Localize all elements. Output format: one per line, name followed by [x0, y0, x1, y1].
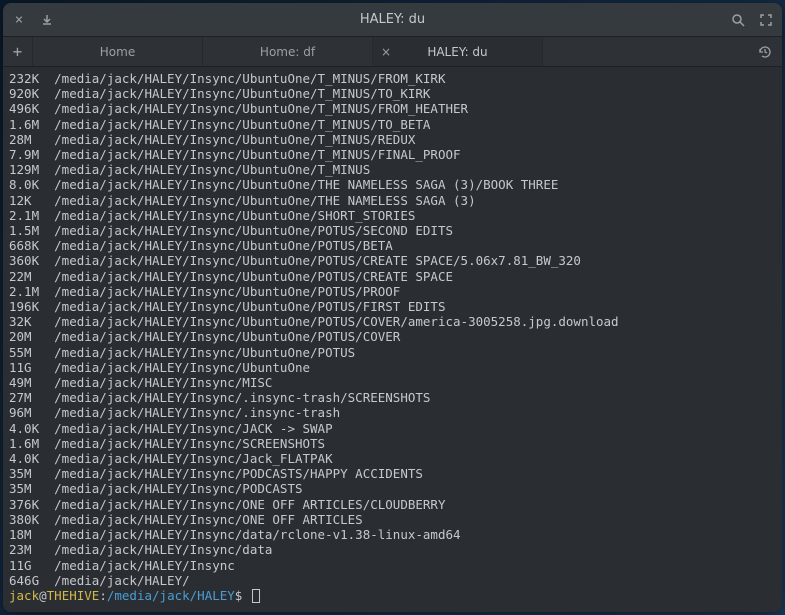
terminal-body[interactable]: 232K /media/jack/HALEY/Insync/UbuntuOne/… — [3, 67, 782, 612]
tab-1[interactable]: Home: df — [203, 37, 373, 66]
prompt-host: THEHIVE — [47, 588, 100, 603]
tab-2[interactable]: × HALEY: du — [373, 37, 543, 66]
output-line: 4.0K /media/jack/HALEY/Insync/JACK -> SW… — [9, 421, 776, 436]
expand-icon[interactable] — [758, 12, 774, 28]
prompt-user: jack — [9, 588, 39, 603]
output-line: 35M /media/jack/HALEY/Insync/PODCASTS/HA… — [9, 466, 776, 481]
titlebar-right — [730, 12, 774, 28]
output-line: 12K /media/jack/HALEY/Insync/UbuntuOne/T… — [9, 193, 776, 208]
titlebar-left: × — [11, 12, 55, 28]
output-line: 32K /media/jack/HALEY/Insync/UbuntuOne/P… — [9, 314, 776, 329]
output-line: 11G /media/jack/HALEY/Insync — [9, 558, 776, 573]
output-line: 920K /media/jack/HALEY/Insync/UbuntuOne/… — [9, 86, 776, 101]
tab-label: Home: df — [260, 45, 315, 59]
tab-0[interactable]: Home — [33, 37, 203, 66]
prompt-at: @ — [39, 588, 47, 603]
output-line: 1.5M /media/jack/HALEY/Insync/UbuntuOne/… — [9, 223, 776, 238]
output-line: 55M /media/jack/HALEY/Insync/UbuntuOne/P… — [9, 345, 776, 360]
output-line: 2.1M /media/jack/HALEY/Insync/UbuntuOne/… — [9, 284, 776, 299]
output-line: 18M /media/jack/HALEY/Insync/data/rclone… — [9, 527, 776, 542]
output-line: 129M /media/jack/HALEY/Insync/UbuntuOne/… — [9, 162, 776, 177]
download-icon[interactable] — [39, 12, 55, 28]
output-line: 360K /media/jack/HALEY/Insync/UbuntuOne/… — [9, 253, 776, 268]
tab-label: HALEY: du — [427, 45, 487, 59]
tabs-container: Home Home: df × HALEY: du — [33, 37, 543, 66]
new-tab-button[interactable]: + — [3, 37, 33, 66]
prompt-colon: : — [99, 588, 107, 603]
output-line: 35M /media/jack/HALEY/Insync/PODCASTS — [9, 481, 776, 496]
output-line: 1.6M /media/jack/HALEY/Insync/UbuntuOne/… — [9, 117, 776, 132]
output-line: 22M /media/jack/HALEY/Insync/UbuntuOne/P… — [9, 269, 776, 284]
output-line: 11G /media/jack/HALEY/Insync/UbuntuOne — [9, 360, 776, 375]
output-line: 2.1M /media/jack/HALEY/Insync/UbuntuOne/… — [9, 208, 776, 223]
prompt-line: jack@THEHIVE:/media/jack/HALEY$ — [9, 588, 776, 603]
output-line: 4.0K /media/jack/HALEY/Insync/Jack_FLATP… — [9, 451, 776, 466]
output-line: 1.6M /media/jack/HALEY/Insync/SCREENSHOT… — [9, 436, 776, 451]
output-line: 28M /media/jack/HALEY/Insync/UbuntuOne/T… — [9, 132, 776, 147]
tabbar-spacer — [543, 37, 748, 66]
output-line: 20M /media/jack/HALEY/Insync/UbuntuOne/P… — [9, 329, 776, 344]
output-line: 380K /media/jack/HALEY/Insync/ONE OFF AR… — [9, 512, 776, 527]
output-line: 27M /media/jack/HALEY/Insync/.insync-tra… — [9, 390, 776, 405]
window-title: HALEY: du — [55, 12, 730, 27]
output-line: 668K /media/jack/HALEY/Insync/UbuntuOne/… — [9, 238, 776, 253]
output-line: 232K /media/jack/HALEY/Insync/UbuntuOne/… — [9, 71, 776, 86]
history-icon[interactable] — [748, 37, 782, 66]
close-icon[interactable]: × — [11, 12, 27, 28]
tab-label: Home — [100, 45, 135, 59]
cursor — [252, 589, 260, 603]
output-line: 196K /media/jack/HALEY/Insync/UbuntuOne/… — [9, 299, 776, 314]
output-line: 646G /media/jack/HALEY/ — [9, 573, 776, 588]
search-icon[interactable] — [730, 12, 746, 28]
output-line: 96M /media/jack/HALEY/Insync/.insync-tra… — [9, 405, 776, 420]
output-line: 496K /media/jack/HALEY/Insync/UbuntuOne/… — [9, 101, 776, 116]
tabbar: + Home Home: df × HALEY: du — [3, 37, 782, 67]
tab-close-icon[interactable]: × — [381, 45, 391, 59]
terminal-window: × HALEY: du + Home Home: df × HALEY: du 232… — [3, 3, 782, 612]
output-line: 7.9M /media/jack/HALEY/Insync/UbuntuOne/… — [9, 147, 776, 162]
terminal-output: 232K /media/jack/HALEY/Insync/UbuntuOne/… — [9, 71, 776, 588]
output-line: 376K /media/jack/HALEY/Insync/ONE OFF AR… — [9, 497, 776, 512]
prompt-path: /media/jack/HALEY — [107, 588, 235, 603]
output-line: 49M /media/jack/HALEY/Insync/MISC — [9, 375, 776, 390]
output-line: 23M /media/jack/HALEY/Insync/data — [9, 542, 776, 557]
titlebar: × HALEY: du — [3, 3, 782, 37]
output-line: 8.0K /media/jack/HALEY/Insync/UbuntuOne/… — [9, 177, 776, 192]
prompt-symbol: $ — [235, 588, 250, 603]
